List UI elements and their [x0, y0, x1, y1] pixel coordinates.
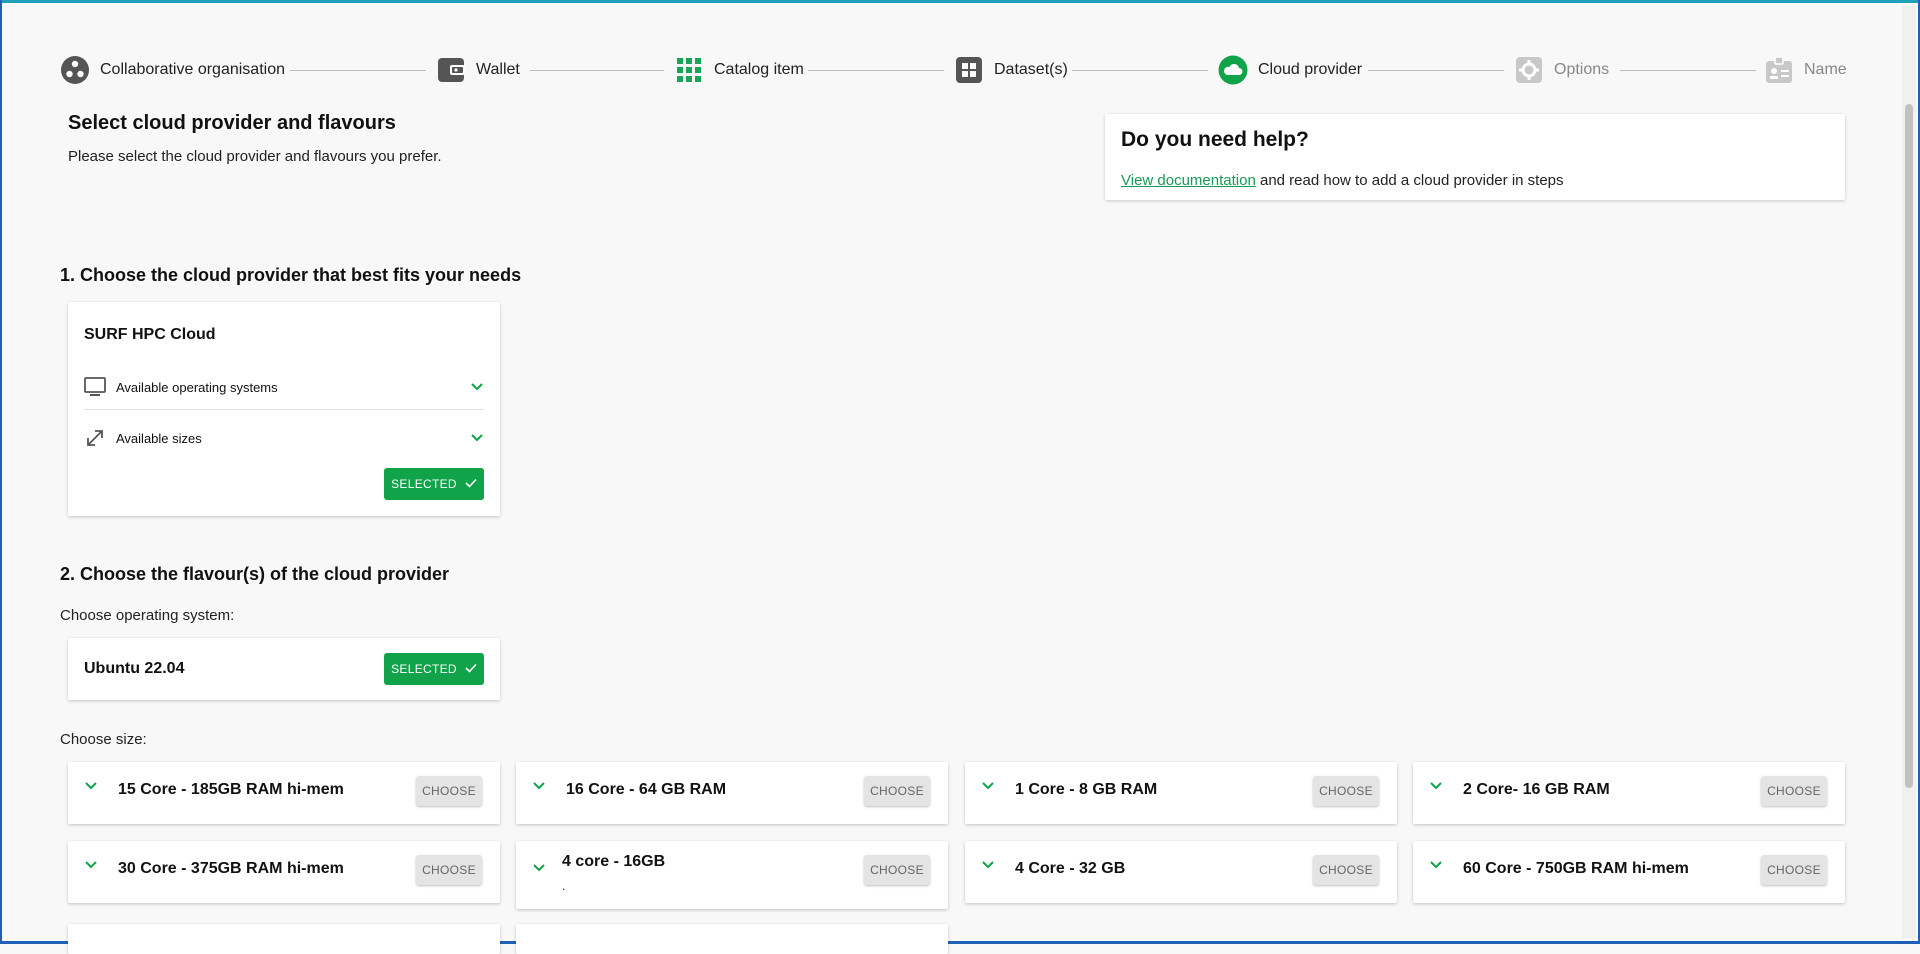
step-label: Name	[1804, 61, 1847, 78]
vertical-scrollbar[interactable]	[1902, 6, 1916, 938]
gear-icon	[1514, 55, 1544, 85]
size-card[interactable]: 60 Core - 750GB RAM hi-mem CHOOSE	[1413, 841, 1845, 903]
step-collaborative-organisation[interactable]: Collaborative organisation	[60, 52, 285, 88]
step-wallet[interactable]: Wallet	[436, 52, 520, 88]
size-label: 2 Core- 16 GB RAM	[1463, 781, 1610, 798]
grid-icon	[674, 55, 704, 85]
choose-button[interactable]: CHOOSE	[1313, 776, 1379, 806]
provider-card[interactable]: SURF HPC Cloud Available operating syste…	[68, 302, 500, 516]
provider-selected-button[interactable]: SELECTED	[384, 468, 484, 500]
size-card[interactable]: 2 Core- 16 GB RAM CHOOSE	[1413, 762, 1845, 824]
os-selected-button[interactable]: SELECTED	[384, 653, 484, 685]
step-catalog-item[interactable]: Catalog item	[674, 52, 804, 88]
size-card[interactable]: 1 Core - 8 GB RAM CHOOSE	[965, 762, 1397, 824]
help-description: and read how to add a cloud provider in …	[1255, 172, 1564, 189]
selected-label: SELECTED	[391, 477, 457, 491]
help-card: Do you need help? View documentation and…	[1105, 114, 1845, 200]
size-card[interactable]: 16 Core - 64 GB RAM CHOOSE	[516, 762, 948, 824]
step-label: Dataset(s)	[994, 61, 1068, 78]
choose-os-label: Choose operating system:	[60, 607, 235, 624]
monitor-icon	[84, 376, 106, 398]
size-label: 16 Core - 64 GB RAM	[566, 781, 727, 798]
expand-icon	[84, 427, 106, 449]
choose-button[interactable]: CHOOSE	[416, 776, 482, 806]
page-title: Select cloud provider and flavours	[68, 112, 396, 134]
view-documentation-link[interactable]: View documentation	[1121, 172, 1256, 189]
chevron-down-icon[interactable]	[1429, 778, 1443, 796]
step-label: Collaborative organisation	[100, 61, 285, 78]
available-os-row[interactable]: Available operating systems	[84, 367, 484, 407]
chevron-down-icon[interactable]	[1429, 857, 1443, 875]
choose-size-label: Choose size:	[60, 731, 147, 748]
size-card[interactable]: 4 core - 16GB . CHOOSE	[516, 841, 948, 909]
help-text: View documentation and read how to add a…	[1121, 172, 1564, 189]
size-sublabel: .	[562, 879, 566, 893]
step-connector	[530, 70, 664, 71]
size-label: 4 Core - 32 GB	[1015, 860, 1126, 877]
step-label: Catalog item	[714, 61, 804, 78]
section-1-title: 1. Choose the cloud provider that best f…	[60, 265, 522, 285]
step-connector	[1072, 70, 1208, 71]
step-name[interactable]: Name	[1764, 52, 1847, 88]
size-label: 1 Core - 8 GB RAM	[1015, 781, 1158, 798]
help-title: Do you need help?	[1121, 128, 1309, 151]
wizard-stepper: Collaborative organisation Wallet Catalo…	[60, 52, 1847, 88]
check-icon	[465, 477, 477, 491]
size-label: 60 Core - 750GB RAM hi-mem	[1463, 860, 1689, 877]
step-connector	[290, 70, 426, 71]
size-label: 30 Core - 375GB RAM hi-mem	[118, 860, 344, 877]
os-name: Ubuntu 22.04	[84, 660, 185, 677]
dataset-icon	[954, 55, 984, 85]
step-datasets[interactable]: Dataset(s)	[954, 52, 1068, 88]
organisation-icon	[60, 55, 90, 85]
cloud-icon	[1218, 55, 1248, 85]
window-frame-top	[0, 0, 1920, 3]
choose-button[interactable]: CHOOSE	[864, 776, 930, 806]
size-card-partial[interactable]	[68, 924, 500, 954]
window-frame-left	[0, 0, 2, 944]
choose-button[interactable]: CHOOSE	[416, 855, 482, 885]
choose-button[interactable]: CHOOSE	[864, 855, 930, 885]
size-card[interactable]: 30 Core - 375GB RAM hi-mem CHOOSE	[68, 841, 500, 903]
size-card[interactable]: 15 Core - 185GB RAM hi-mem CHOOSE	[68, 762, 500, 824]
step-connector	[1620, 70, 1756, 71]
page-subtitle: Please select the cloud provider and fla…	[68, 148, 442, 165]
choose-button[interactable]: CHOOSE	[1761, 855, 1827, 885]
check-icon	[465, 662, 477, 676]
step-options[interactable]: Options	[1514, 52, 1609, 88]
step-connector	[1368, 70, 1504, 71]
step-cloud-provider[interactable]: Cloud provider	[1218, 52, 1362, 88]
os-card[interactable]: Ubuntu 22.04 SELECTED	[68, 638, 500, 700]
section-2-title: 2. Choose the flavour(s) of the cloud pr…	[60, 564, 450, 584]
size-card-partial[interactable]	[516, 924, 948, 954]
size-label: 15 Core - 185GB RAM hi-mem	[118, 781, 344, 798]
chevron-down-icon[interactable]	[532, 778, 546, 796]
available-sizes-label: Available sizes	[116, 430, 202, 446]
chevron-down-icon[interactable]	[981, 778, 995, 796]
provider-name: SURF HPC Cloud	[84, 326, 216, 343]
badge-icon	[1764, 55, 1794, 85]
available-sizes-row[interactable]: Available sizes	[84, 418, 484, 458]
size-card[interactable]: 4 Core - 32 GB CHOOSE	[965, 841, 1397, 903]
choose-button[interactable]: CHOOSE	[1313, 855, 1379, 885]
chevron-down-icon[interactable]	[470, 431, 484, 446]
step-connector	[808, 70, 944, 71]
chevron-down-icon[interactable]	[470, 380, 484, 395]
choose-button[interactable]: CHOOSE	[1761, 776, 1827, 806]
step-label: Wallet	[476, 61, 520, 78]
scrollbar-thumb[interactable]	[1905, 104, 1913, 788]
chevron-down-icon[interactable]	[532, 860, 546, 878]
divider	[84, 409, 484, 410]
chevron-down-icon[interactable]	[981, 857, 995, 875]
chevron-down-icon[interactable]	[84, 857, 98, 875]
step-label: Cloud provider	[1258, 61, 1363, 78]
wallet-icon	[436, 55, 466, 85]
available-os-label: Available operating systems	[116, 379, 278, 395]
step-label: Options	[1554, 61, 1610, 78]
selected-label: SELECTED	[391, 662, 457, 676]
size-label: 4 core - 16GB	[562, 853, 666, 870]
chevron-down-icon[interactable]	[84, 778, 98, 796]
